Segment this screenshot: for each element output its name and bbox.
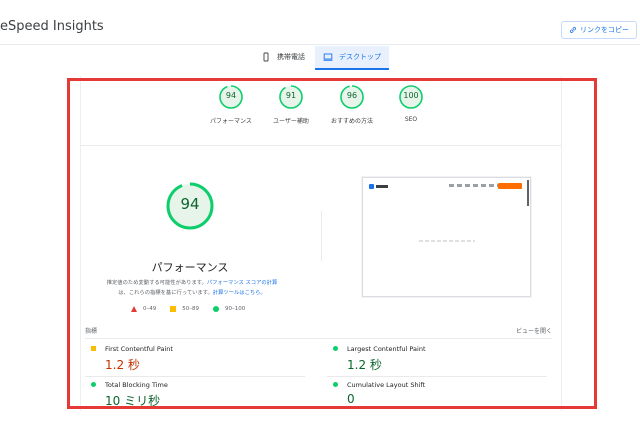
performance-gauge: 94 — [165, 181, 215, 231]
gauge-label: ユーザー補助 — [273, 118, 309, 125]
metric-divider — [85, 376, 305, 377]
gauge-score: 91 — [285, 91, 297, 100]
vertical-divider — [321, 211, 322, 261]
square-icon — [170, 306, 177, 312]
square-icon — [91, 346, 96, 351]
legend-range: 0–49 — [143, 306, 157, 312]
gauge-score: 100 — [403, 91, 419, 100]
legend-range: 90–100 — [225, 306, 246, 312]
legend-poor: 0–49 — [131, 306, 156, 312]
metric-divider — [327, 376, 547, 377]
phone-icon — [263, 52, 269, 62]
metric-value: 1.2 秒 — [347, 358, 382, 372]
score-note: 推定値のため変動する可能性があります。パフォーマンス スコアの計算 は、これらの… — [87, 278, 297, 298]
copy-link-button[interactable]: リンクをコピー — [561, 21, 637, 39]
metric-label: Total Blocking Time — [105, 381, 168, 389]
metric-label: Largest Contentful Paint — [347, 345, 426, 353]
metric-tbt: Total Blocking Time 10 ミリ秒 — [91, 381, 291, 417]
note-text: 推定値のため変動する可能性があります。 — [106, 280, 207, 286]
metric-label: Cumulative Layout Shift — [347, 381, 426, 389]
triangle-icon — [131, 306, 137, 312]
gauge-label: SEO — [404, 116, 418, 123]
app-title: eSpeed Insights — [0, 19, 104, 34]
thumbnail-cta — [498, 183, 522, 189]
thumbnail-nav — [449, 184, 499, 187]
gauge-label: パフォーマンス — [210, 118, 252, 125]
tab-mobile-label: 携帯電話 — [277, 53, 305, 61]
circle-icon — [333, 346, 338, 351]
metric-value: 10 ミリ秒 — [105, 394, 161, 408]
gauge-label: おすすめの方法 — [330, 118, 373, 125]
calculator-link[interactable]: 計算ツールはこちら。 — [213, 290, 266, 296]
thumbnail-body — [419, 240, 475, 242]
performance-score: 94 — [180, 195, 200, 213]
pagespeed-page: eSpeed Insights リンクをコピー 携帯電話 デスクトップ 94 パ… — [0, 0, 640, 427]
gauge-performance[interactable]: 94 パフォーマンス — [199, 84, 263, 125]
copy-link-label: リンクをコピー — [580, 26, 629, 34]
section-divider — [81, 145, 561, 146]
gauge-score: 94 — [225, 91, 237, 100]
gauge-accessibility[interactable]: 91 ユーザー補助 — [259, 84, 323, 125]
expand-view-link[interactable]: ビューを開く — [516, 326, 552, 335]
site-logo-icon — [369, 183, 389, 190]
tab-desktop[interactable]: デスクトップ — [315, 46, 389, 70]
gauge-seo[interactable]: 100 SEO — [379, 84, 443, 123]
page-screenshot-thumbnail — [362, 177, 531, 297]
circle-icon — [213, 306, 219, 312]
gauge-best-practices[interactable]: 96 おすすめの方法 — [320, 84, 384, 125]
metric-value: 1.2 秒 — [105, 358, 140, 372]
legend-good: 90–100 — [213, 306, 245, 312]
header-divider — [0, 44, 640, 45]
legend-range: 50–89 — [182, 306, 199, 312]
circle-icon — [333, 382, 338, 387]
metric-label: First Contentful Paint — [105, 345, 173, 353]
metrics-divider — [85, 338, 552, 339]
metrics-heading: 指標 — [85, 328, 98, 335]
tab-mobile[interactable]: 携帯電話 — [253, 46, 315, 68]
metric-cls: Cumulative Layout Shift 0 — [333, 381, 533, 417]
score-calc-link[interactable]: パフォーマンス スコアの計算 — [207, 280, 277, 286]
circle-icon — [91, 382, 96, 387]
score-legend: 0–49 50–89 90–100 — [131, 306, 245, 312]
performance-title: パフォーマンス — [151, 261, 229, 274]
legend-average: 50–89 — [170, 306, 199, 312]
gauge-score: 96 — [346, 91, 358, 100]
link-icon — [570, 27, 576, 33]
category-gauges: 94 パフォーマンス 91 ユーザー補助 96 おすすめの方法 100 SEO — [81, 84, 561, 132]
tab-desktop-label: デスクトップ — [339, 53, 381, 61]
report-card: 94 パフォーマンス 91 ユーザー補助 96 おすすめの方法 100 SEO — [80, 76, 562, 411]
thumbnail-scrollbar — [527, 180, 529, 206]
desktop-icon — [323, 53, 333, 61]
note-text: は、これらの指標を基に行っています。 — [118, 290, 213, 296]
metric-value: 0 — [347, 392, 355, 406]
